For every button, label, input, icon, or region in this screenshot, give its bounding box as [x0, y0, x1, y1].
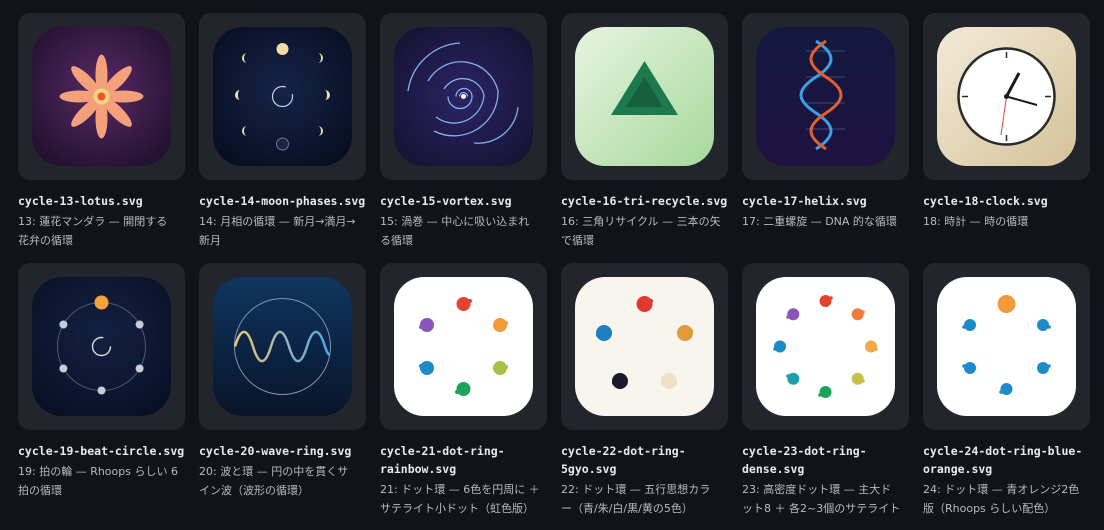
- thumbnail[interactable]: [742, 263, 909, 430]
- thumbnail[interactable]: [199, 13, 366, 180]
- dot-ring-5gyo-icon: [575, 277, 714, 416]
- thumbnail[interactable]: [199, 263, 366, 430]
- helix-icon: [756, 27, 895, 166]
- file-card[interactable]: cycle-19-beat-circle.svg 19: 拍の輪 — Rhoop…: [18, 263, 185, 513]
- thumbnail[interactable]: [380, 13, 547, 180]
- thumbnail[interactable]: [742, 13, 909, 180]
- file-card[interactable]: cycle-20-wave-ring.svg 20: 波と環 — 円の中を貫くサ…: [199, 263, 366, 513]
- file-name[interactable]: cycle-19-beat-circle.svg: [18, 442, 185, 460]
- file-description: 18: 時計 — 時の循環: [923, 215, 1029, 228]
- file-card[interactable]: cycle-22-dot-ring- 5gyo.svg 22: ドット環 — 五…: [561, 263, 728, 515]
- file-card[interactable]: cycle-15-vortex.svg 15: 渦巻 — 中心に吸い込まれる循環: [380, 13, 547, 263]
- file-description: 22: ドット環 — 五行思想カラー（青/朱/白/黒/黄の5色）: [561, 483, 711, 515]
- file-card[interactable]: cycle-16-tri-recycle.svg 16: 三角リサイクル — 三…: [561, 13, 728, 263]
- file-name[interactable]: cycle-14-moon-phases.svg: [199, 192, 366, 210]
- thumbnail[interactable]: [561, 13, 728, 180]
- file-grid: cycle-13-lotus.svg 13: 蓮花マンダラ — 開閉する花弁の循…: [18, 13, 1090, 515]
- thumbnail[interactable]: [18, 13, 185, 180]
- file-name[interactable]: cycle-15-vortex.svg: [380, 192, 547, 210]
- file-description: 13: 蓮花マンダラ — 開閉する花弁の循環: [18, 215, 168, 247]
- file-description: 20: 波と環 — 円の中を貫くサイン波（波形の循環）: [199, 465, 349, 497]
- file-description: 19: 拍の輪 — Rhoops らしい 6 拍の循環: [18, 465, 178, 497]
- file-name[interactable]: cycle-24-dot-ring-blue- orange.svg: [923, 442, 1090, 478]
- thumbnail[interactable]: [923, 13, 1090, 180]
- file-description: 14: 月相の循環 — 新月→満月→新月: [199, 215, 356, 247]
- file-name[interactable]: cycle-20-wave-ring.svg: [199, 442, 366, 460]
- file-name[interactable]: cycle-23-dot-ring- dense.svg: [742, 442, 909, 478]
- file-name[interactable]: cycle-21-dot-ring- rainbow.svg: [380, 442, 547, 478]
- file-card[interactable]: cycle-13-lotus.svg 13: 蓮花マンダラ — 開閉する花弁の循…: [18, 13, 185, 263]
- file-name[interactable]: cycle-22-dot-ring- 5gyo.svg: [561, 442, 728, 478]
- thumbnail[interactable]: [380, 263, 547, 430]
- file-name[interactable]: cycle-16-tri-recycle.svg: [561, 192, 728, 210]
- wave-ring-icon: [213, 277, 352, 416]
- file-description: 17: 二重螺旋 — DNA 的な循環: [742, 215, 897, 228]
- file-name[interactable]: cycle-18-clock.svg: [923, 192, 1090, 210]
- dot-ring-blue-orange-icon: [937, 277, 1076, 416]
- dot-ring-rainbow-icon: [394, 277, 533, 416]
- file-name[interactable]: cycle-17-helix.svg: [742, 192, 909, 210]
- tri-recycle-icon: [575, 27, 714, 166]
- file-card[interactable]: cycle-23-dot-ring- dense.svg 23: 高密度ドット環…: [742, 263, 909, 515]
- file-description: 15: 渦巻 — 中心に吸い込まれる循環: [380, 215, 530, 247]
- lotus-icon: [32, 27, 171, 166]
- file-card[interactable]: cycle-21-dot-ring- rainbow.svg 21: ドット環 …: [380, 263, 547, 515]
- file-name[interactable]: cycle-13-lotus.svg: [18, 192, 185, 210]
- file-description: 24: ドット環 — 青オレンジ2色版（Rhoops らしい配色）: [923, 483, 1080, 515]
- file-description: 21: ドット環 — 6色を円周に ＋ サテライト小ドット（虹色版）: [380, 483, 540, 515]
- file-card[interactable]: cycle-24-dot-ring-blue- orange.svg 24: ド…: [923, 263, 1090, 515]
- beat-circle-icon: [32, 277, 171, 416]
- file-card[interactable]: cycle-17-helix.svg 17: 二重螺旋 — DNA 的な循環: [742, 13, 909, 263]
- thumbnail[interactable]: [18, 263, 185, 430]
- file-description: 23: 高密度ドット環 — 主大ドット8 ＋ 各2~3個のサテライト: [742, 483, 901, 515]
- thumbnail[interactable]: [561, 263, 728, 430]
- file-card[interactable]: cycle-18-clock.svg 18: 時計 — 時の循環: [923, 13, 1090, 263]
- vortex-icon: [394, 27, 533, 166]
- file-description: 16: 三角リサイクル — 三本の矢で循環: [561, 215, 721, 247]
- clock-icon: [937, 27, 1076, 166]
- moon-phases-icon: [213, 27, 352, 166]
- thumbnail[interactable]: [923, 263, 1090, 430]
- dot-ring-dense-icon: [756, 277, 895, 416]
- file-card[interactable]: cycle-14-moon-phases.svg 14: 月相の循環 — 新月→…: [199, 13, 366, 263]
